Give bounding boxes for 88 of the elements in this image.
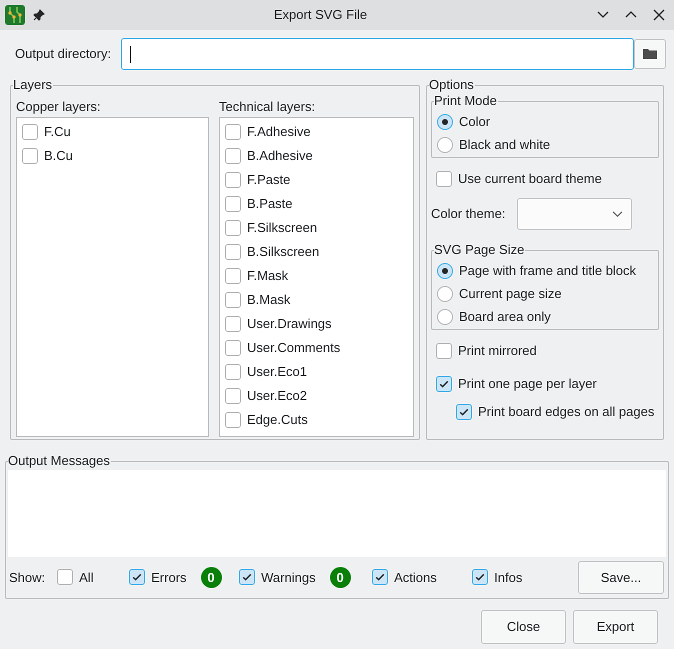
window-title: Export SVG File: [274, 6, 368, 24]
radio-label: Color: [459, 112, 490, 131]
checkbox-label: Infos: [494, 568, 522, 587]
folder-icon: [642, 46, 658, 62]
circuit-board-icon: [5, 5, 25, 25]
dropdown[interactable]: [517, 198, 632, 230]
checkmark-icon: [474, 571, 486, 584]
checkbox-label: Print mirrored: [458, 342, 537, 360]
checkbox-label: B.Cu: [44, 147, 73, 166]
group-title: Options: [429, 77, 475, 93]
list-heading: Technical layers:: [219, 98, 316, 116]
checkbox[interactable]: [225, 124, 241, 140]
checkbox[interactable]: [225, 412, 241, 428]
checkbox[interactable]: [225, 196, 241, 212]
checkbox-label: Print one page per layer: [458, 375, 597, 394]
checkmark-icon: [438, 378, 450, 390]
radio-button[interactable]: [437, 262, 453, 278]
checkbox[interactable]: [22, 124, 38, 140]
radio-label: Page with frame and title block: [459, 262, 636, 280]
checkbox-label: F.Silkscreen: [247, 219, 318, 238]
checkbox-label: F.Paste: [247, 171, 290, 190]
count-badge: 0: [200, 566, 222, 588]
checkbox-label: B.Silkscreen: [247, 243, 320, 262]
checkbox[interactable]: [129, 569, 146, 586]
text-cursor: [130, 46, 132, 62]
checkbox-label: User.Eco2: [247, 387, 307, 406]
radio-button[interactable]: [437, 286, 453, 302]
checkbox[interactable]: [472, 569, 488, 586]
radio-button[interactable]: [437, 114, 453, 130]
checkbox-label: Print board edges on all pages: [478, 403, 654, 422]
checkmark-icon: [458, 406, 470, 418]
radio-button[interactable]: [437, 136, 453, 152]
checkbox[interactable]: [225, 244, 241, 260]
checkbox[interactable]: [225, 340, 241, 356]
checkbox-label: F.Adhesive: [247, 123, 311, 142]
checkbox[interactable]: [372, 569, 388, 586]
group-title: SVG Page Size: [434, 242, 526, 258]
checkbox[interactable]: [239, 569, 256, 586]
checkbox[interactable]: [436, 171, 452, 187]
folder-button[interactable]: [634, 39, 666, 69]
checkbox-label: B.Mask: [247, 291, 290, 310]
save-button[interactable]: Save...: [578, 560, 664, 594]
filter-label: Show:: [9, 568, 46, 587]
checkmark-icon: [241, 571, 254, 584]
close-icon[interactable]: [652, 8, 666, 22]
group-title: Layers: [13, 77, 54, 93]
pin-icon[interactable]: [33, 9, 45, 21]
checkbox-label: User.Drawings: [247, 315, 332, 334]
dialog-button[interactable]: Export: [573, 610, 658, 644]
list-heading: Copper layers:: [16, 98, 102, 116]
checkbox[interactable]: [225, 268, 241, 284]
checkmark-icon: [131, 571, 144, 584]
checkbox-label: Warnings: [261, 568, 316, 587]
checkbox-label: All: [79, 568, 94, 587]
checkbox[interactable]: [225, 148, 241, 164]
checkbox[interactable]: [225, 388, 241, 404]
checkbox-label: User.Eco1: [247, 363, 307, 382]
field-label: Color theme:: [431, 205, 506, 224]
checkmark-icon: [374, 571, 386, 584]
radio-label: Board area only: [459, 308, 551, 326]
checkbox[interactable]: [225, 220, 241, 236]
checkbox[interactable]: [225, 172, 241, 188]
checkbox[interactable]: [225, 292, 241, 308]
chevron-down-icon: [612, 210, 624, 218]
checkbox[interactable]: [436, 376, 452, 392]
checkbox-label: F.Mask: [247, 267, 288, 286]
checkbox-label: Use current board theme: [458, 170, 602, 188]
checkbox-label: B.Paste: [247, 195, 293, 214]
checkbox[interactable]: [436, 343, 452, 359]
input-field[interactable]: [121, 38, 634, 70]
checkbox[interactable]: [456, 404, 472, 420]
checkbox[interactable]: [225, 316, 241, 332]
radio-label: Current page size: [459, 284, 562, 303]
checkbox[interactable]: [225, 364, 241, 380]
dialog-button[interactable]: Close: [481, 610, 566, 644]
radio-label: Black and white: [459, 136, 550, 154]
count-badge: 0: [330, 566, 351, 588]
checkbox-label: B.Adhesive: [247, 147, 313, 166]
checkbox[interactable]: [22, 148, 38, 164]
checkbox-label: F.Cu: [44, 123, 71, 142]
checkbox[interactable]: [57, 569, 74, 586]
radio-button[interactable]: [437, 308, 453, 324]
checkbox-label: Edge.Cuts: [247, 411, 308, 430]
checkbox-label: Errors: [151, 568, 187, 587]
field-label: Output directory:: [15, 45, 112, 64]
checkbox-label: Actions: [394, 568, 437, 587]
group-title: Output Messages: [8, 453, 111, 469]
checkbox-label: User.Comments: [247, 339, 340, 358]
